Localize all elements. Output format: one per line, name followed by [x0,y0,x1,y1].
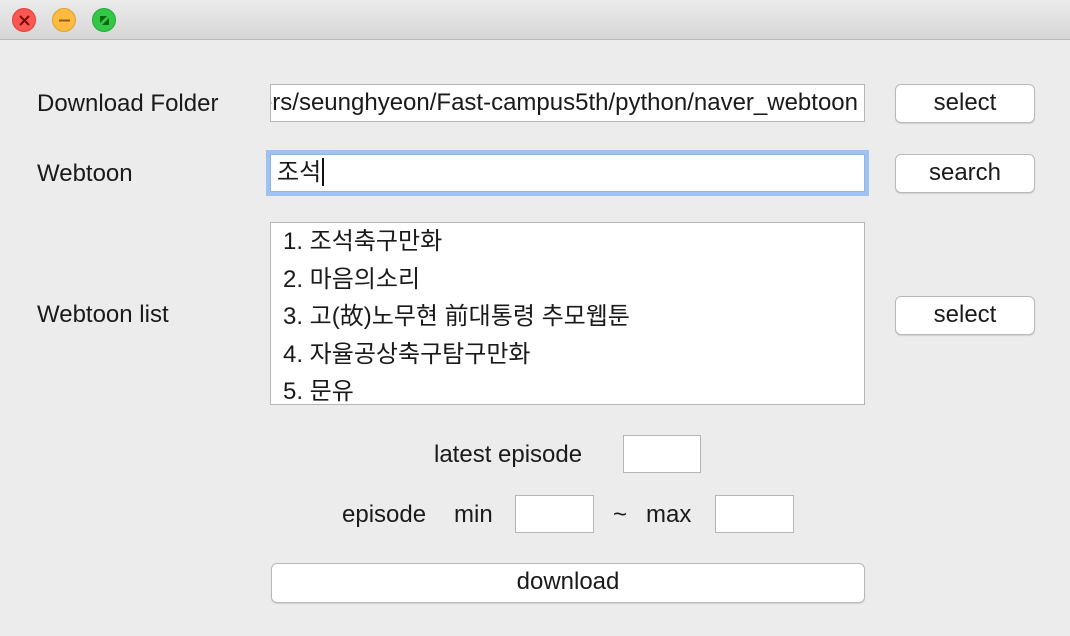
webtoon-search-input[interactable]: 조석 [266,150,869,196]
range-separator: ~ [613,501,628,528]
download-folder-field[interactable]: /Users/seunghyeon/Fast-campus5th/python/… [270,84,865,122]
fullscreen-icon [100,16,109,25]
list-item[interactable]: 5. 문유 [271,373,864,404]
episode-label: episode [342,501,427,528]
list-item[interactable]: 3. 고(故)노무현 前대통령 추모웹툰 [271,298,864,336]
download-folder-label: Download Folder [37,90,219,117]
episode-min-label: min [454,501,493,528]
minimize-icon [59,19,70,22]
list-item[interactable]: 4. 자율공상축구탐구만화 [271,336,864,374]
select-webtoon-button[interactable]: select [895,296,1035,335]
episode-min-field[interactable] [515,495,594,533]
download-button[interactable]: download [271,563,865,603]
download-folder-value: /Users/seunghyeon/Fast-campus5th/python/… [270,89,858,116]
select-folder-button[interactable]: select [895,84,1035,123]
list-item[interactable]: 2. 마음의소리 [271,261,864,299]
title-bar [0,0,1070,40]
latest-episode-label: latest episode [434,441,583,468]
webtoon-search-value: 조석 [277,159,322,186]
fullscreen-window-button[interactable] [92,8,116,32]
episode-max-field[interactable] [715,495,794,533]
latest-episode-field[interactable] [623,435,701,473]
list-item[interactable]: 1. 조석축구만화 [271,223,864,261]
episode-max-label: max [646,501,692,528]
webtoon-list-label: Webtoon list [37,301,169,328]
webtoon-label: Webtoon [37,160,133,187]
close-icon [19,15,30,26]
minimize-window-button[interactable] [52,8,76,32]
text-caret [322,157,325,186]
app-window: Download Folder /Users/seunghyeon/Fast-c… [0,0,1070,636]
close-window-button[interactable] [12,8,36,32]
search-button[interactable]: search [895,154,1035,193]
webtoon-listbox[interactable]: 1. 조석축구만화 2. 마음의소리 3. 고(故)노무현 前대통령 추모웹툰 … [270,222,865,405]
